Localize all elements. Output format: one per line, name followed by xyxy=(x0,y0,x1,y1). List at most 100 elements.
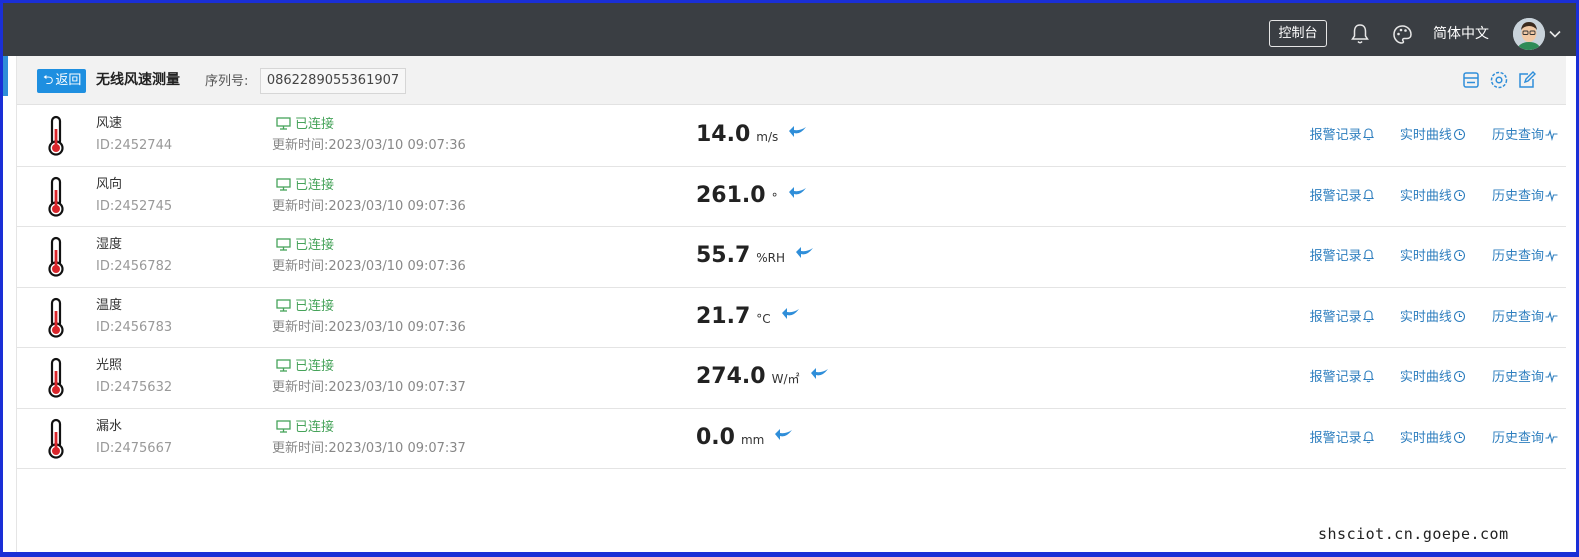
monitor-icon xyxy=(276,117,291,130)
back-arrow-icon[interactable] xyxy=(781,307,801,321)
row-actions: 报警记录 实时曲线 历史查询 xyxy=(1288,368,1558,388)
realtime-curve-link[interactable]: 实时曲线 xyxy=(1400,247,1466,267)
update-time: 更新时间:2023/03/10 09:07:36 xyxy=(272,319,466,335)
realtime-curve-link[interactable]: 实时曲线 xyxy=(1400,187,1466,207)
history-query-label: 历史查询 xyxy=(1491,188,1544,204)
reading-unit: °C xyxy=(756,311,771,326)
sensor-id: ID:2456782 xyxy=(96,259,173,274)
update-time: 更新时间:2023/03/10 09:07:36 xyxy=(272,138,466,153)
sensor-id: ID:2452744 xyxy=(96,138,173,153)
language-selector[interactable]: 简体中文 xyxy=(1433,22,1489,46)
alarm-record-label: 报警记录 xyxy=(1309,430,1362,446)
edit-icon[interactable] xyxy=(1517,70,1537,90)
bell-icon[interactable] xyxy=(1351,23,1369,45)
avatar[interactable] xyxy=(1513,18,1545,50)
history-query-link[interactable]: 历史查询 xyxy=(1492,368,1558,388)
realtime-curve-label: 实时曲线 xyxy=(1399,430,1452,446)
thermometer-icon xyxy=(48,176,64,217)
connection-status: 已连接 xyxy=(276,419,334,437)
sensor-name: 风速 xyxy=(96,116,123,131)
realtime-curve-label: 实时曲线 xyxy=(1399,128,1452,143)
back-arrow-icon[interactable] xyxy=(788,125,808,139)
pulse-icon xyxy=(1545,431,1558,444)
alarm-record-link[interactable]: 报警记录 xyxy=(1310,368,1374,388)
back-arrow-icon[interactable] xyxy=(810,367,830,381)
bell-icon xyxy=(1362,309,1374,322)
realtime-curve-link[interactable]: 实时曲线 xyxy=(1400,126,1466,146)
back-button[interactable]: ⮌ 返回 xyxy=(37,69,86,93)
sensor-id: ID:2475632 xyxy=(96,380,173,395)
alarm-record-link[interactable]: 报警记录 xyxy=(1310,126,1374,146)
pulse-icon xyxy=(1545,371,1558,384)
bell-icon xyxy=(1362,430,1374,443)
console-button[interactable]: 控制台 xyxy=(1269,20,1327,47)
history-query-link[interactable]: 历史查询 xyxy=(1492,247,1558,267)
alarm-record-link[interactable]: 报警记录 xyxy=(1310,247,1374,267)
serial-field[interactable]: 0862289055361907 xyxy=(260,68,406,94)
storage-icon[interactable] xyxy=(1461,70,1481,90)
monitor-icon xyxy=(276,419,291,433)
row-actions: 报警记录 实时曲线 历史查询 xyxy=(1288,126,1558,146)
row-actions: 报警记录 实时曲线 历史查询 xyxy=(1288,187,1558,207)
sensor-row: 风速 ID:2452744 已连接 更新时间:2023/03/10 09:07:… xyxy=(17,106,1566,167)
thermometer-icon xyxy=(48,115,64,156)
history-query-label: 历史查询 xyxy=(1491,430,1544,446)
sensor-name: 湿度 xyxy=(96,237,123,252)
back-arrow-icon[interactable] xyxy=(788,186,808,200)
pulse-icon xyxy=(1545,310,1558,323)
sensor-reading: 55.7 %RH xyxy=(696,241,815,271)
monitor-icon xyxy=(276,238,291,251)
alarm-record-link[interactable]: 报警记录 xyxy=(1310,429,1374,449)
thermometer-icon xyxy=(48,418,64,459)
alarm-record-label: 报警记录 xyxy=(1309,309,1362,325)
monitor-icon xyxy=(276,359,291,372)
connection-status: 已连接 xyxy=(276,116,334,134)
realtime-curve-link[interactable]: 实时曲线 xyxy=(1400,429,1466,449)
sidebar-accent xyxy=(3,56,8,96)
sensor-reading: 14.0 m/s xyxy=(696,120,808,150)
update-time: 更新时间:2023/03/10 09:07:37 xyxy=(272,440,466,456)
settings-icon[interactable] xyxy=(1489,70,1509,90)
sensor-row: 温度 ID:2456783 已连接 更新时间:2023/03/10 09:07:… xyxy=(17,288,1566,348)
sensor-list: 风速 ID:2452744 已连接 更新时间:2023/03/10 09:07:… xyxy=(17,106,1566,469)
reading-value: 21.7 xyxy=(696,303,751,329)
palette-icon[interactable] xyxy=(1392,24,1413,45)
return-icon: ⮌ xyxy=(43,73,54,88)
sensor-id: ID:2452745 xyxy=(96,198,173,214)
reading-value: 261.0 xyxy=(696,182,766,208)
back-arrow-icon[interactable] xyxy=(795,246,815,260)
sensor-name: 漏水 xyxy=(96,418,123,434)
history-query-link[interactable]: 历史查询 xyxy=(1492,308,1558,328)
thermometer-icon xyxy=(48,357,64,398)
thermometer-icon xyxy=(48,297,64,338)
sensor-id: ID:2456783 xyxy=(96,319,173,335)
alarm-record-link[interactable]: 报警记录 xyxy=(1310,187,1374,207)
reading-value: 0.0 xyxy=(696,424,735,450)
sensor-id: ID:2475667 xyxy=(96,440,173,456)
reading-value: 14.0 xyxy=(696,122,751,147)
watermark: shsciot.cn.goepe.com xyxy=(1318,525,1509,543)
history-query-label: 历史查询 xyxy=(1491,309,1544,325)
realtime-curve-link[interactable]: 实时曲线 xyxy=(1400,368,1466,388)
monitor-icon xyxy=(276,298,291,312)
alarm-record-link[interactable]: 报警记录 xyxy=(1310,308,1374,328)
sub-header: ⮌ 返回 无线风速测量 序列号: 0862289055361907 xyxy=(17,56,1566,105)
history-query-link[interactable]: 历史查询 xyxy=(1492,126,1558,146)
pulse-icon xyxy=(1545,129,1558,142)
realtime-curve-link[interactable]: 实时曲线 xyxy=(1400,308,1466,328)
sensor-reading: 274.0 W/㎡ xyxy=(696,362,830,392)
history-query-link[interactable]: 历史查询 xyxy=(1492,187,1558,207)
sensor-reading: 261.0 ° xyxy=(696,181,808,211)
back-arrow-icon[interactable] xyxy=(774,428,794,442)
serial-label: 序列号: xyxy=(205,74,249,89)
realtime-icon xyxy=(1453,249,1465,262)
update-time: 更新时间:2023/03/10 09:07:36 xyxy=(272,259,466,274)
bell-icon xyxy=(1362,128,1374,141)
alarm-record-label: 报警记录 xyxy=(1309,128,1362,143)
sensor-reading: 0.0 mm xyxy=(696,423,794,453)
sensor-name: 光照 xyxy=(96,358,123,373)
realtime-icon xyxy=(1453,128,1465,141)
history-query-link[interactable]: 历史查询 xyxy=(1492,429,1558,449)
chevron-down-icon[interactable] xyxy=(1548,27,1562,41)
thermometer-icon xyxy=(48,236,64,277)
